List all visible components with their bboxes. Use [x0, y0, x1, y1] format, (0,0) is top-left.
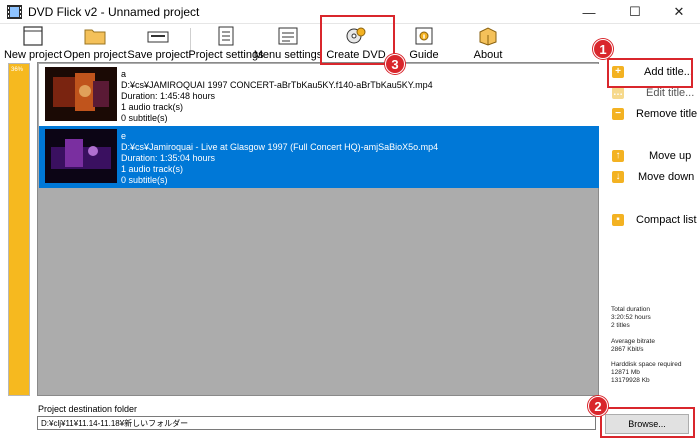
menu-settings-label: Menu settings — [253, 49, 323, 61]
total-duration-value: 3:20:52 hours — [611, 314, 651, 322]
guide-button[interactable]: Guide — [404, 24, 444, 62]
compact-list-label: Compact list — [636, 214, 697, 226]
title-path: D:¥cs¥JAMIROQUAI 1997 CONCERT-aBrTbKau5K… — [121, 80, 433, 90]
title-subtitles: 0 subtitle(s) — [121, 175, 168, 185]
save-project-button[interactable]: Save project — [127, 24, 189, 62]
create-dvd-highlight — [320, 15, 395, 65]
guide-label: Guide — [409, 49, 439, 61]
about-label: About — [473, 49, 503, 61]
destination-folder-label: Project destination folder — [38, 404, 138, 414]
title-name: e — [121, 131, 127, 141]
edit-icon: … — [612, 87, 624, 99]
video-thumbnail — [45, 129, 117, 183]
title-info: e D:¥cs¥Jamiroquai - Live at Glasgow 199… — [121, 131, 438, 186]
title-audio-tracks: 1 audio track(s) — [121, 102, 184, 112]
edit-title-label: Edit title... — [646, 87, 695, 99]
title-duration: Duration: 1:45:48 hours — [121, 91, 216, 101]
open-project-label: Open project — [63, 49, 127, 61]
window-title: DVD Flick v2 - Unnamed project — [28, 5, 200, 19]
callout-1: 1 — [593, 39, 613, 59]
minimize-button[interactable]: — — [566, 0, 612, 24]
title-duration: Duration: 1:35:04 hours — [121, 153, 216, 163]
close-button[interactable]: ✕ — [656, 0, 700, 24]
project-settings-button[interactable]: Project settings — [188, 24, 264, 62]
title-row-1[interactable]: a D:¥cs¥JAMIROQUAI 1997 CONCERT-aBrTbKau… — [39, 64, 599, 126]
title-name: a — [121, 69, 127, 79]
compact-list-icon: ▪ — [612, 214, 624, 226]
save-project-label: Save project — [127, 49, 189, 61]
film-icon — [7, 5, 22, 19]
titles-count: 2 titles — [611, 322, 630, 330]
new-project-label: New project — [3, 49, 63, 61]
title-path: D:¥cs¥Jamiroquai - Live at Glasgow 1997 … — [121, 142, 439, 152]
move-up-button[interactable]: ↑ Move up — [612, 147, 691, 165]
arrow-down-icon: ↓ — [612, 171, 624, 183]
title-info: a D:¥cs¥JAMIROQUAI 1997 CONCERT-aBrTbKau… — [121, 69, 433, 124]
average-bitrate-label: Average bitrate — [611, 337, 655, 345]
title-list[interactable]: a D:¥cs¥JAMIROQUAI 1997 CONCERT-aBrTbKau… — [37, 62, 599, 396]
move-down-label: Move down — [638, 171, 695, 183]
arrow-up-icon: ↑ — [612, 150, 624, 162]
about-button[interactable]: About — [468, 24, 508, 62]
remove-title-label: Remove title — [636, 108, 698, 120]
save-icon — [147, 31, 169, 43]
new-project-button[interactable]: New project — [3, 24, 63, 62]
progress-percent: 36% — [11, 67, 24, 73]
minus-icon: − — [612, 108, 624, 120]
menu-settings-button[interactable]: Menu settings — [254, 24, 322, 62]
folder-icon — [84, 29, 106, 45]
project-settings-label: Project settings — [188, 49, 264, 61]
move-down-button[interactable]: ↓ Move down — [612, 168, 694, 186]
project-stats: Total duration 3:20:52 hours 2 titles Av… — [611, 306, 681, 386]
harddisk-space-label: Harddisk space required — [611, 361, 682, 369]
title-row-2-selected[interactable]: e D:¥cs¥Jamiroquai - Live at Glasgow 199… — [39, 126, 599, 188]
average-bitrate-value: 2867 Kbit/s — [611, 345, 644, 353]
remove-title-button[interactable]: − Remove title — [612, 105, 697, 123]
info-book-icon — [415, 27, 433, 45]
open-project-button[interactable]: Open project — [64, 24, 127, 62]
menu-icon — [278, 27, 298, 45]
callout-2: 2 — [588, 396, 608, 416]
title-subtitles: 0 subtitle(s) — [121, 113, 168, 123]
harddisk-space-mb: 12871 Mb — [611, 369, 640, 377]
destination-folder-input[interactable]: D:¥clj¥11¥11.14-11.18¥新しいフォルダー — [37, 416, 596, 430]
video-thumbnail — [45, 67, 117, 121]
browse-highlight — [600, 407, 695, 438]
total-duration-label: Total duration — [611, 306, 651, 313]
harddisk-space-kb: 13179928 Kb — [611, 377, 650, 385]
maximize-button[interactable]: ☐ — [612, 0, 658, 24]
progress-strip: 36% — [8, 63, 30, 396]
settings-document-icon — [218, 26, 234, 46]
title-audio-tracks: 1 audio track(s) — [121, 164, 184, 174]
add-title-highlight — [607, 58, 693, 88]
move-up-label: Move up — [649, 150, 692, 162]
new-document-icon — [23, 26, 43, 46]
callout-3: 3 — [385, 54, 405, 74]
compact-list-button[interactable]: ▪ Compact list — [612, 211, 697, 229]
box-icon — [479, 27, 497, 46]
